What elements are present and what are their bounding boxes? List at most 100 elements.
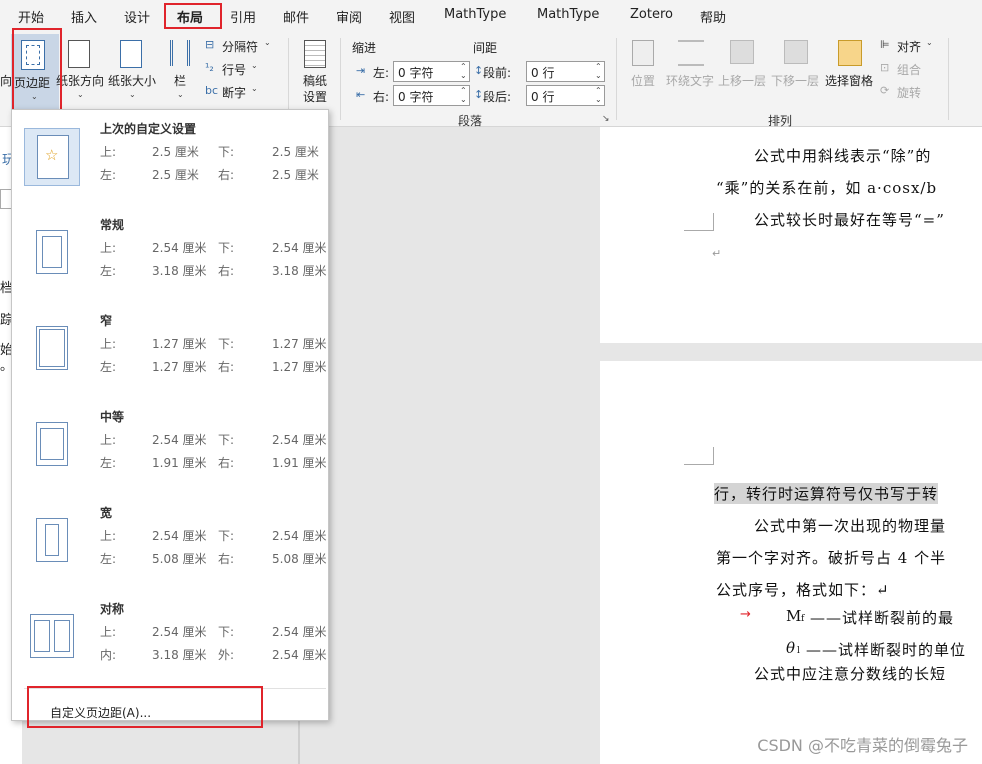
tab-help[interactable]: 帮助 — [700, 7, 726, 26]
space-before-input[interactable]: 0 行 — [526, 61, 605, 82]
margin-option-last-custom[interactable]: ☆ 上次的自定义设置 上: 2.5 厘米 下: 2.5 厘米 左: 2.5 厘米… — [22, 120, 322, 204]
wrap-text-button[interactable]: 环绕文字 — [666, 72, 714, 89]
paper-size-button[interactable]: 纸张大小 — [108, 72, 156, 89]
spacing-heading: 间距 — [473, 41, 498, 55]
margin-value: 2.54 厘米 — [272, 625, 327, 639]
paragraph-dialog-launcher-icon[interactable]: ↘ — [602, 114, 610, 124]
margin-key: 下: — [218, 433, 235, 447]
margin-key: 左: — [100, 264, 117, 278]
menu-divider — [24, 688, 326, 689]
selection-pane-button[interactable]: 选择窗格 — [825, 72, 873, 89]
space-after-input[interactable]: 0 行 — [526, 85, 605, 106]
margin-option-narrow[interactable]: 窄 上: 1.27 厘米 下: 1.27 厘米 左: 1.27 厘米 右: 1.… — [22, 312, 327, 396]
chevron-down-icon: ⌄ — [31, 92, 38, 101]
margin-option-moderate[interactable]: 中等 上: 2.54 厘米 下: 2.54 厘米 左: 1.91 厘米 右: 1… — [22, 408, 327, 492]
tab-home[interactable]: 开始 — [18, 7, 44, 26]
indent-right-input[interactable]: 0 字符 — [393, 85, 470, 106]
margin-value: 3.18 厘米 — [272, 264, 327, 278]
margin-key: 右: — [218, 552, 235, 566]
margin-option-mirrored[interactable]: 对称 上: 2.54 厘米 下: 2.54 厘米 内: 3.18 厘米 外: 2… — [22, 600, 327, 684]
align-icon: ⊫ — [880, 38, 890, 51]
document-page-1[interactable]: 公式中用斜线表示“除”的 “乘”的关系在前，如 a·cosx/b 公式较长时最好… — [600, 127, 982, 343]
margin-option-normal[interactable]: 常规 上: 2.54 厘米 下: 2.54 厘米 左: 3.18 厘米 右: 3… — [22, 216, 327, 300]
tab-mathtype-2[interactable]: MathType — [537, 7, 599, 22]
send-backward-icon — [784, 40, 808, 64]
tab-view[interactable]: 视图 — [389, 7, 415, 26]
margin-option-title: 窄 — [100, 314, 113, 328]
margin-key: 下: — [218, 241, 235, 255]
margin-preview-icon: ☆ — [37, 135, 69, 179]
doc-line-highlighted: 行，转行时运算符号仅书写于转 — [714, 483, 939, 504]
indent-left-input[interactable]: 0 字符 — [393, 61, 470, 82]
margins-button[interactable]: 页边距 ⌄ — [11, 34, 59, 112]
breaks-button[interactable]: 分隔符 — [222, 38, 258, 55]
margin-preview-icon — [36, 326, 68, 370]
tab-review[interactable]: 审阅 — [336, 7, 362, 26]
margin-key: 右: — [218, 264, 235, 278]
paper-orientation-button[interactable]: 纸张方向 — [56, 72, 104, 89]
margin-key: 内: — [100, 648, 117, 662]
columns-button[interactable]: 栏 — [174, 72, 186, 89]
tab-references[interactable]: 引用 — [230, 7, 256, 26]
align-button[interactable]: 对齐 — [897, 38, 921, 55]
chevron-down-icon: ⌄ — [129, 90, 136, 99]
tab-mathtype-1[interactable]: MathType — [444, 7, 506, 22]
space-before-icon: ↕ — [474, 64, 484, 77]
margin-key: 左: — [100, 552, 117, 566]
draft-paper-button-line2: 设置 — [303, 90, 328, 104]
margin-value: 1.27 厘米 — [272, 337, 327, 351]
space-after-label: 段后: — [483, 90, 512, 104]
margin-preview-icon — [36, 518, 68, 562]
margin-option-title: 常规 — [100, 218, 125, 232]
selection-pane-icon — [838, 40, 862, 66]
paper-size-icon — [120, 40, 142, 68]
rotate-button[interactable]: 旋转 — [897, 84, 921, 101]
formula-subscript: f — [801, 614, 806, 624]
hyphenation-button[interactable]: 断字 — [222, 84, 246, 101]
margin-corner-mark — [684, 447, 714, 465]
margin-key: 右: — [218, 456, 235, 470]
margin-key: 上: — [100, 529, 117, 543]
space-after-icon: ↕ — [474, 88, 484, 101]
margin-value: 1.91 厘米 — [272, 456, 327, 470]
margin-preview-icon — [30, 614, 74, 658]
margin-key: 上: — [100, 625, 117, 639]
tab-design[interactable]: 设计 — [124, 7, 150, 26]
line-numbers-button[interactable]: 行号 — [222, 61, 246, 78]
position-button[interactable]: 位置 — [631, 72, 655, 89]
doc-line: 公式中应注意分数线的长短 — [754, 665, 947, 683]
margin-option-title: 中等 — [100, 410, 125, 424]
tab-insert[interactable]: 插入 — [71, 7, 97, 26]
bring-forward-button[interactable]: 上移一层 — [718, 72, 766, 89]
margins-dropdown-menu: ☆ 上次的自定义设置 上: 2.5 厘米 下: 2.5 厘米 左: 2.5 厘米… — [11, 109, 329, 721]
margin-preview-icon — [36, 422, 68, 466]
draft-paper-button[interactable]: 稿纸 — [303, 72, 327, 89]
tab-zotero[interactable]: Zotero — [630, 7, 673, 22]
tab-mailings[interactable]: 邮件 — [283, 7, 309, 26]
margin-option-title: 上次的自定义设置 — [100, 122, 197, 136]
document-page-2[interactable]: 行，转行时运算符号仅书写于转 公式中第一次出现的物理量 第一个字对齐。破折号占 … — [600, 361, 982, 764]
margin-value: 1.27 厘米 — [272, 360, 327, 374]
margin-value: 5.08 厘米 — [272, 552, 327, 566]
margin-value: 3.18 厘米 — [152, 648, 207, 662]
margin-option-title: 对称 — [100, 602, 125, 616]
custom-margins-item[interactable]: 自定义页边距(A)... — [50, 704, 151, 721]
group-button[interactable]: 组合 — [897, 61, 921, 78]
doc-line: 公式较长时最好在等号“=” — [754, 211, 945, 229]
chevron-down-icon: ⌄ — [251, 84, 258, 93]
tab-layout[interactable]: 布局 — [177, 7, 203, 26]
margin-option-wide[interactable]: 宽 上: 2.54 厘米 下: 2.54 厘米 左: 5.08 厘米 右: 5.… — [22, 504, 327, 588]
wrap-text-icon — [678, 40, 704, 66]
doc-line: 公式中第一次出现的物理量 — [754, 517, 947, 535]
doc-line: 公式中用斜线表示“除”的 — [754, 147, 932, 165]
margin-value: 2.54 厘米 — [272, 241, 327, 255]
margin-key: 下: — [218, 145, 235, 159]
margin-value: 1.27 厘米 — [152, 360, 207, 374]
doc-line: 第一个字对齐。破折号占 4 个半 — [716, 549, 947, 567]
doc-line: ——试样断裂时的单位 — [806, 641, 967, 659]
send-backward-button[interactable]: 下移一层 — [771, 72, 819, 89]
space-before-label: 段前: — [483, 66, 512, 80]
indent-right-icon: ⇤ — [356, 88, 366, 101]
indent-left-label: 左: — [373, 66, 390, 80]
draft-paper-icon — [304, 40, 326, 68]
